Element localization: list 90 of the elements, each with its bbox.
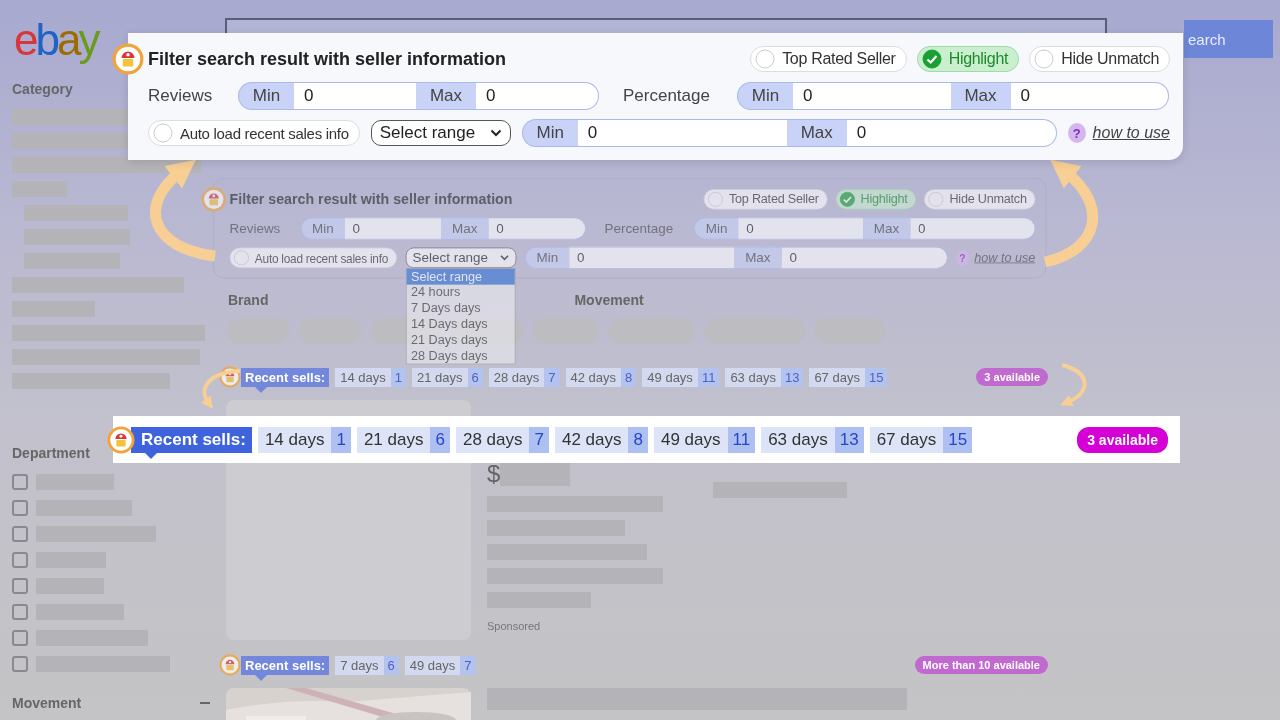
section-heading: Brand bbox=[228, 292, 269, 308]
sales-count: 8 bbox=[621, 367, 637, 387]
max-field[interactable]: 0 bbox=[488, 217, 586, 240]
toggle-button[interactable]: Auto load recent sales info bbox=[229, 247, 397, 269]
period-label: 42 days bbox=[565, 367, 622, 387]
range-select[interactable]: Select range bbox=[370, 120, 511, 146]
toggle-button[interactable]: Hide Unmatch bbox=[1029, 46, 1170, 72]
section-heading: Department bbox=[12, 445, 90, 461]
availability-badge: 3 available bbox=[976, 368, 1048, 386]
dropdown-option[interactable]: 28 Days days bbox=[406, 347, 515, 364]
min-label: Min bbox=[300, 217, 345, 240]
period-label: 14 days bbox=[335, 367, 391, 387]
min-label: Min bbox=[524, 246, 570, 269]
max-field[interactable]: 0 bbox=[781, 246, 948, 269]
section-heading: Movement bbox=[574, 292, 644, 308]
dropdown-option[interactable]: Select range bbox=[406, 268, 515, 285]
sales-count: 7 bbox=[460, 655, 476, 675]
min-field[interactable]: 0 bbox=[569, 246, 735, 269]
sales-count: 11 bbox=[727, 426, 756, 453]
sales-count: 15 bbox=[943, 426, 973, 453]
toggle-button[interactable]: Top Rated Seller bbox=[750, 46, 907, 72]
period-label: 21 days bbox=[356, 426, 431, 453]
recent-sells-label: Recent sells: bbox=[241, 367, 330, 387]
period-label: 49 days bbox=[642, 367, 698, 387]
min-label: Min bbox=[521, 119, 578, 147]
max-field[interactable]: 0 bbox=[910, 217, 1036, 240]
min-field[interactable]: 0 bbox=[738, 217, 863, 240]
sales-count: 13 bbox=[780, 367, 804, 387]
field-label: Reviews bbox=[148, 86, 214, 106]
period-label: 63 days bbox=[761, 426, 835, 453]
period-label: 28 days bbox=[455, 426, 530, 453]
sales-count: 6 bbox=[430, 426, 450, 453]
price: $ bbox=[487, 460, 501, 488]
sales-count: 15 bbox=[864, 367, 888, 387]
panel-title: Filter search result with seller information bbox=[148, 48, 507, 70]
sales-count: 13 bbox=[834, 426, 864, 453]
max-label: Max bbox=[440, 217, 489, 240]
period-label: 42 days bbox=[554, 426, 629, 453]
section-heading: Movement bbox=[12, 695, 82, 711]
max-label: Max bbox=[950, 82, 1011, 110]
period-label: 67 days bbox=[809, 367, 865, 387]
period-label: 49 days bbox=[653, 426, 728, 453]
period-label: 28 days bbox=[488, 367, 545, 387]
min-field[interactable]: 0 bbox=[793, 82, 951, 110]
sales-count: 7 bbox=[529, 426, 549, 453]
search-button[interactable]: earch bbox=[1184, 20, 1273, 58]
min-field[interactable]: 0 bbox=[577, 119, 787, 147]
sales-count: 1 bbox=[331, 426, 351, 453]
availability-badge: 3 available bbox=[1077, 426, 1168, 453]
min-label: Min bbox=[737, 82, 793, 110]
dropdown-option[interactable]: 24 hours bbox=[406, 284, 515, 301]
recent-sells-label: Recent sells: bbox=[131, 426, 252, 453]
dropdown-option[interactable]: 7 Days days bbox=[406, 300, 515, 317]
dropdown-option[interactable]: 14 Days days bbox=[406, 316, 515, 333]
range-select[interactable]: Select range bbox=[405, 247, 517, 269]
sales-count: 11 bbox=[697, 367, 720, 387]
min-label: Min bbox=[694, 217, 739, 240]
availability-badge: More than 10 available bbox=[914, 656, 1048, 674]
sales-count: 7 bbox=[544, 367, 560, 387]
min-label: Min bbox=[238, 82, 294, 110]
toggle-button[interactable]: Top Rated Seller bbox=[703, 189, 828, 210]
panel-title: Filter search result with seller information bbox=[229, 191, 513, 208]
sales-count: 8 bbox=[628, 426, 648, 453]
toggle-button[interactable]: Highlight bbox=[916, 46, 1020, 72]
period-label: 14 days bbox=[257, 426, 332, 453]
min-field[interactable]: 0 bbox=[294, 82, 416, 110]
max-label: Max bbox=[862, 217, 911, 240]
period-label: 7 days bbox=[335, 655, 384, 675]
period-label: 21 days bbox=[412, 367, 468, 387]
period-label: 67 days bbox=[869, 426, 944, 453]
sponsored-label: Sponsored bbox=[487, 620, 542, 632]
section-heading: Category bbox=[12, 81, 73, 97]
dropdown-option[interactable]: 21 Days days bbox=[406, 332, 515, 348]
max-label: Max bbox=[786, 119, 847, 147]
recent-sells-label: Recent sells: bbox=[241, 655, 330, 675]
help-icon[interactable]: ? bbox=[1067, 123, 1086, 143]
max-field[interactable]: 0 bbox=[476, 82, 599, 110]
how-to-use-link[interactable]: how to use bbox=[1092, 124, 1170, 142]
min-field[interactable]: 0 bbox=[344, 217, 441, 240]
field-label: Reviews bbox=[229, 220, 282, 237]
max-field[interactable]: 0 bbox=[846, 119, 1057, 147]
max-label: Max bbox=[416, 82, 476, 110]
field-label: Percentage bbox=[604, 220, 675, 237]
period-label: 63 days bbox=[725, 367, 781, 387]
max-field[interactable]: 0 bbox=[1010, 82, 1169, 110]
period-label: 49 days bbox=[404, 655, 461, 675]
field-label: Percentage bbox=[623, 86, 711, 106]
toggle-button[interactable]: Hide Unmatch bbox=[924, 189, 1036, 210]
max-label: Max bbox=[734, 246, 782, 269]
toggle-button[interactable]: Auto load recent sales info bbox=[148, 120, 360, 146]
